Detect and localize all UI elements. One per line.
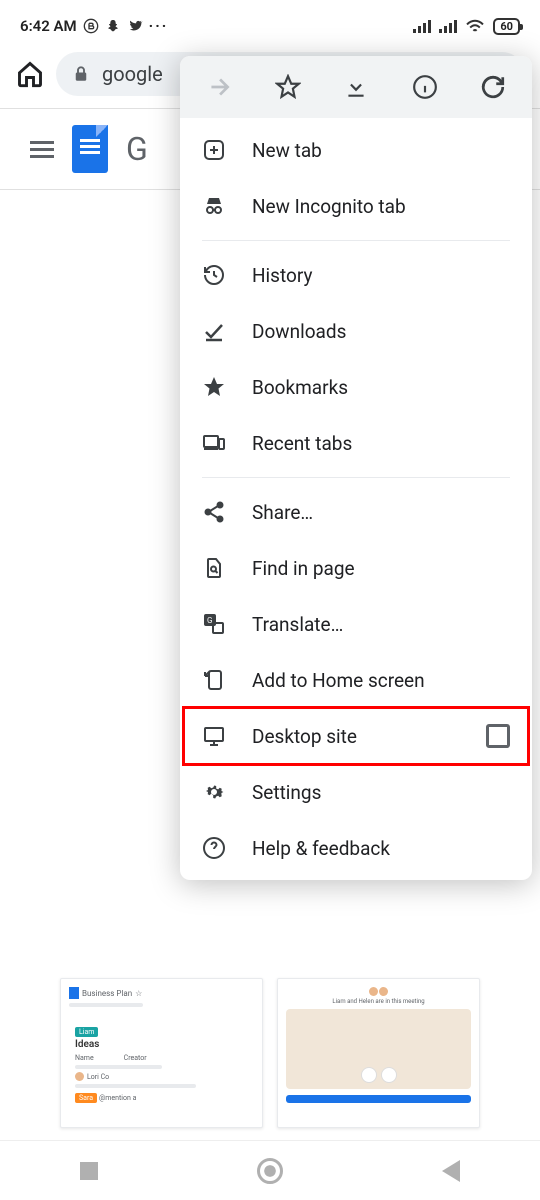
battery-icon: 60	[493, 18, 520, 35]
bookmark-star-button[interactable]	[275, 74, 301, 100]
menu-item-translate[interactable]: G Translate…	[180, 596, 532, 652]
more-notifications-icon: ···	[149, 17, 169, 35]
menu-top-actions	[180, 56, 532, 118]
menu-item-find[interactable]: Find in page	[180, 540, 532, 596]
gear-icon	[202, 780, 226, 804]
wifi-icon	[465, 18, 485, 34]
ideas-label: Ideas	[75, 1039, 99, 1050]
menu-label: Recent tabs	[252, 432, 352, 455]
menu-label: Add to Home screen	[252, 669, 425, 692]
menu-label: History	[252, 264, 312, 287]
menu-label: Bookmarks	[252, 376, 348, 399]
incognito-icon	[202, 194, 226, 218]
menu-label: Share…	[252, 501, 313, 524]
help-icon	[202, 836, 226, 860]
menu-label: New Incognito tab	[252, 195, 406, 218]
menu-item-bookmarks[interactable]: Bookmarks	[180, 359, 532, 415]
menu-item-share[interactable]: Share…	[180, 484, 532, 540]
status-right: 60	[413, 18, 520, 35]
avatar-icon	[75, 1072, 84, 1081]
svg-text:G: G	[207, 616, 212, 625]
avatar-icon	[369, 987, 378, 996]
reload-button[interactable]	[480, 74, 506, 100]
meet-control-icon	[381, 1067, 397, 1083]
recent-apps-button[interactable]	[80, 1162, 98, 1180]
status-bar: 6:42 AM ··· 60	[0, 0, 540, 44]
meet-control-icon	[361, 1067, 377, 1083]
brand-text: G	[126, 130, 148, 168]
menu-label: Translate…	[252, 613, 343, 636]
download-button[interactable]	[343, 74, 369, 100]
info-button[interactable]	[412, 74, 438, 100]
home-button[interactable]	[16, 60, 46, 88]
menu-item-downloads[interactable]: Downloads	[180, 303, 532, 359]
plus-box-icon	[202, 138, 226, 162]
system-nav-bar	[0, 1140, 540, 1200]
menu-item-desktop-site[interactable]: Desktop site	[180, 708, 532, 764]
doc-preview-card: Business Plan ☆ Liam Ideas NameCreator L…	[60, 978, 263, 1128]
menu-item-recent-tabs[interactable]: Recent tabs	[180, 415, 532, 471]
menu-label: Find in page	[252, 557, 355, 580]
menu-label: Desktop site	[252, 725, 357, 748]
meet-preview-card: Liam and Helen are in this meeting	[277, 978, 480, 1128]
devices-icon	[202, 431, 226, 455]
tiny-docs-icon	[69, 987, 79, 999]
menu-item-help[interactable]: Help & feedback	[180, 820, 532, 876]
add-to-home-icon	[202, 668, 226, 692]
browser-overflow-menu: New tab New Incognito tab History Downlo…	[180, 56, 532, 880]
lock-icon	[72, 65, 90, 83]
tag-sara: Sara	[75, 1093, 97, 1103]
preview-area: Business Plan ☆ Liam Ideas NameCreator L…	[0, 978, 540, 1128]
docs-logo-icon	[72, 125, 108, 173]
translate-icon: G	[202, 612, 226, 636]
status-time: 6:42 AM	[20, 17, 77, 35]
forward-button[interactable]	[206, 74, 232, 100]
signal-2-icon	[439, 19, 457, 33]
menu-item-add-home[interactable]: Add to Home screen	[180, 652, 532, 708]
menu-label: Help & feedback	[252, 837, 390, 860]
tag-liam: Liam	[75, 1027, 98, 1037]
menu-icon[interactable]	[30, 137, 54, 162]
home-nav-button[interactable]	[257, 1158, 283, 1184]
menu-item-incognito[interactable]: New Incognito tab	[180, 178, 532, 234]
menu-item-new-tab[interactable]: New tab	[180, 122, 532, 178]
menu-item-history[interactable]: History	[180, 247, 532, 303]
url-text: google	[102, 62, 163, 86]
status-left: 6:42 AM ···	[20, 17, 168, 35]
notif-b-icon	[83, 18, 99, 34]
check-underline-icon	[202, 319, 226, 343]
menu-label: Settings	[252, 781, 321, 804]
desktop-icon	[202, 724, 226, 748]
twitter-icon	[127, 18, 143, 34]
snapchat-icon	[105, 18, 121, 34]
menu-item-settings[interactable]: Settings	[180, 764, 532, 820]
menu-label: Downloads	[252, 320, 346, 343]
menu-label: New tab	[252, 139, 322, 162]
avatar-icon	[379, 987, 388, 996]
find-in-page-icon	[202, 556, 226, 580]
history-icon	[202, 263, 226, 287]
signal-1-icon	[413, 19, 431, 33]
star-icon	[202, 375, 226, 399]
back-button[interactable]	[442, 1160, 460, 1182]
meet-thumbnail	[286, 1009, 471, 1089]
share-icon	[202, 500, 226, 524]
desktop-site-checkbox[interactable]	[486, 724, 510, 748]
